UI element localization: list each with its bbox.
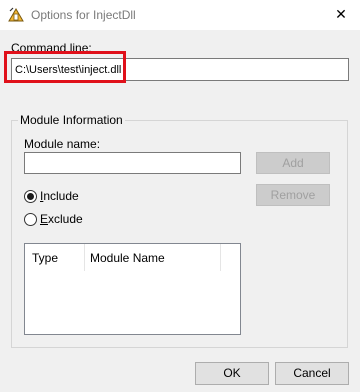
- window-title: Options for InjectDll: [31, 8, 136, 22]
- module-name-input[interactable]: [24, 152, 241, 174]
- include-label[interactable]: Include: [40, 189, 79, 203]
- exclude-radio[interactable]: [24, 213, 37, 226]
- close-button[interactable]: ✕: [326, 0, 356, 30]
- module-information-title: Module Information: [18, 113, 125, 127]
- remove-button[interactable]: Remove: [256, 184, 330, 206]
- cancel-button[interactable]: Cancel: [275, 362, 349, 385]
- exclude-label-mnemonic: E: [40, 212, 49, 226]
- column-separator: [84, 244, 85, 271]
- include-radio-dot: [27, 193, 34, 200]
- column-header-type[interactable]: Type: [32, 251, 58, 265]
- app-icon: [8, 7, 24, 22]
- close-icon: ✕: [335, 6, 347, 22]
- include-radio[interactable]: [24, 190, 37, 203]
- module-name-label: Module name:: [24, 137, 101, 151]
- column-header-module-name[interactable]: Module Name: [90, 251, 165, 265]
- title-bar: Options for InjectDll ✕: [0, 0, 360, 30]
- module-list[interactable]: Type Module Name: [24, 243, 241, 335]
- ok-button[interactable]: OK: [195, 362, 269, 385]
- exclude-label[interactable]: Exclude: [40, 212, 83, 226]
- exclude-label-text: xclude: [48, 212, 83, 226]
- column-separator: [220, 244, 221, 271]
- highlight-annotation: [4, 51, 126, 83]
- include-label-text: nclude: [43, 189, 79, 203]
- add-button[interactable]: Add: [256, 152, 330, 174]
